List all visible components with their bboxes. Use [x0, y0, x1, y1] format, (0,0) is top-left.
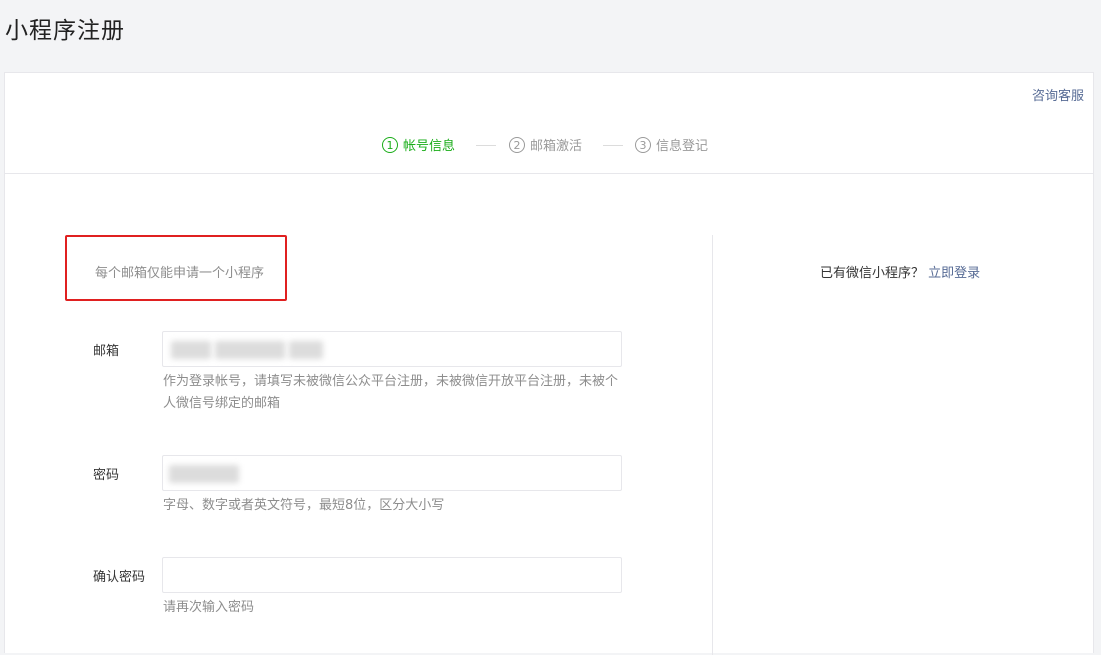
step-email-activation: 2 邮箱激活 — [509, 135, 582, 154]
step-label-3: 信息登记 — [656, 139, 709, 154]
page-title: 小程序注册 — [5, 18, 125, 44]
step-info-registration: 3 信息登记 — [635, 135, 708, 154]
login-hint: 已有微信小程序？ 立即登录 — [820, 262, 980, 281]
step-number-1: 1 — [382, 136, 398, 153]
password-tip: 字母、数字或者英文符号，最短8位，区分大小写 — [163, 498, 445, 513]
notice-text: 每个邮箱仅能申请一个小程序 — [95, 266, 265, 281]
email-tip: 作为登录帐号，请填写未被微信公众平台注册，未被微信开放平台注册，未被个人微信号绑… — [163, 374, 619, 411]
redacted-text — [169, 465, 239, 483]
step-label-2: 邮箱激活 — [530, 139, 583, 154]
login-link[interactable]: 立即登录 — [928, 266, 980, 281]
step-account-info: 1 帐号信息 — [382, 135, 455, 154]
registration-card: 咨询客服 1 帐号信息 2 邮箱激活 3 信息登记 每个邮箱仅能申请一个小程序 … — [4, 72, 1094, 655]
login-prompt: 已有微信小程序？ — [820, 266, 925, 281]
password-label: 密码 — [93, 468, 120, 483]
redacted-text — [289, 341, 323, 359]
confirm-password-field[interactable] — [162, 557, 622, 593]
email-field[interactable] — [162, 331, 622, 367]
column-divider — [712, 235, 713, 655]
email-label: 邮箱 — [93, 344, 120, 359]
notice-highlight-box: 每个邮箱仅能申请一个小程序 — [65, 235, 287, 301]
confirm-password-tip: 请再次输入密码 — [163, 600, 255, 615]
customer-service-link[interactable]: 咨询客服 — [1032, 85, 1084, 104]
header-divider — [5, 173, 1093, 174]
step-label-1: 帐号信息 — [403, 139, 456, 154]
redacted-text — [171, 341, 211, 359]
step-separator — [476, 145, 496, 146]
step-indicator: 1 帐号信息 2 邮箱激活 3 信息登记 — [5, 135, 1093, 155]
redacted-text — [215, 341, 285, 359]
step-number-3: 3 — [635, 136, 651, 153]
step-number-2: 2 — [509, 136, 525, 153]
confirm-password-label: 确认密码 — [93, 570, 146, 585]
password-field[interactable] — [162, 455, 622, 491]
step-separator — [603, 145, 623, 146]
